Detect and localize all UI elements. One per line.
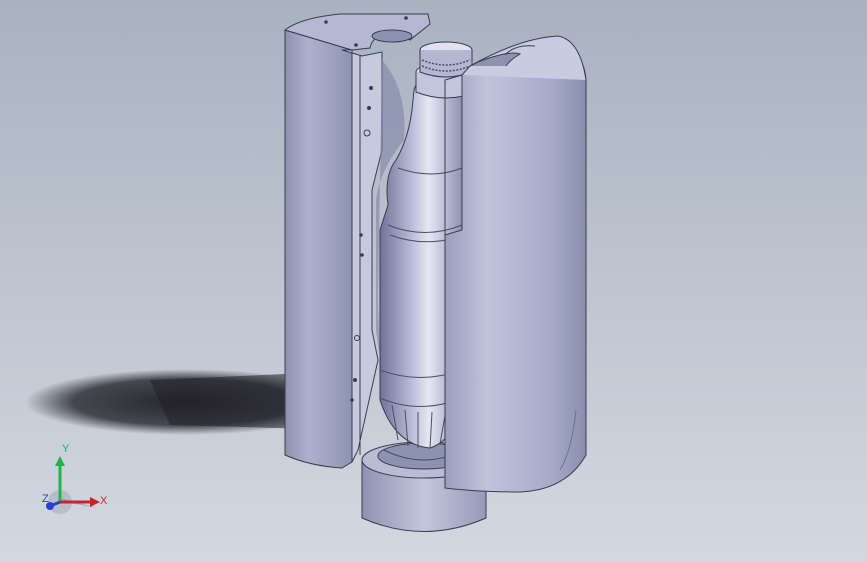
mold-half-right[interactable] — [444, 35, 587, 493]
y-axis-label: Y — [62, 443, 70, 455]
triad-graphic — [46, 456, 100, 514]
mold-model[interactable] — [0, 0, 867, 562]
x-axis-label: X — [100, 495, 108, 507]
graphics-viewport[interactable]: Y X Z — [0, 0, 867, 562]
orientation-triad[interactable]: Y X Z — [38, 440, 118, 520]
z-axis-label: Z — [42, 493, 49, 505]
